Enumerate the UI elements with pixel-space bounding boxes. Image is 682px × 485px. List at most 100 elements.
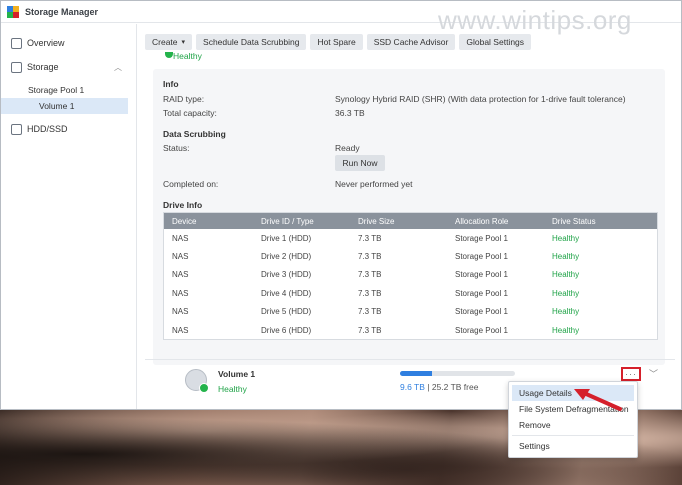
table-cell: Storage Pool 1 xyxy=(455,252,508,262)
scrub-status-value: Ready xyxy=(335,143,360,153)
table-cell: Drive 2 (HDD) xyxy=(261,252,312,262)
table-cell: Drive 5 (HDD) xyxy=(261,307,312,317)
overview-icon xyxy=(11,37,22,49)
table-cell: Storage Pool 1 xyxy=(455,288,508,298)
table-cell: NAS xyxy=(172,307,189,317)
usage-separator: | xyxy=(424,382,432,392)
chevron-down-icon: ▾ xyxy=(181,39,186,46)
menu-item-usage-details[interactable]: Usage Details xyxy=(512,385,634,401)
table-cell: Drive 6 (HDD) xyxy=(261,325,312,335)
hot-spare-button[interactable]: Hot Spare xyxy=(310,34,363,50)
info-heading: Info xyxy=(163,79,179,89)
volume-status: Healthy xyxy=(218,384,247,394)
drive-info-table: Device Drive ID / Type Drive Size Alloca… xyxy=(163,212,658,340)
table-row[interactable]: NAS Drive 3 (HDD) 7.3 TB Storage Pool 1 Heal… xyxy=(164,266,657,284)
storage-manager-app-icon xyxy=(7,5,19,18)
storage-manager-window: Storage Manager www.wintips.org Overview… xyxy=(0,0,682,410)
table-cell: NAS xyxy=(172,325,189,335)
column-header[interactable]: Device xyxy=(164,217,261,226)
sidebar-item-storage[interactable]: Storage ︿ xyxy=(1,58,136,76)
hdd-icon xyxy=(11,123,22,135)
table-cell: 7.3 TB xyxy=(358,288,382,298)
global-settings-button[interactable]: Global Settings xyxy=(459,34,532,50)
table-row[interactable]: NAS Drive 6 (HDD) 7.3 TB Storage Pool 1 Heal… xyxy=(164,321,657,339)
table-cell: NAS xyxy=(172,233,189,243)
table-body: NAS Drive 1 (HDD) 7.3 TB Storage Pool 1 Heal… xyxy=(164,229,657,339)
watermark: www.wintips.org xyxy=(438,5,632,35)
sidebar-item-volume[interactable]: Volume 1 xyxy=(1,98,128,114)
table-row[interactable]: NAS Drive 4 (HDD) 7.3 TB Storage Pool 1 Heal… xyxy=(164,284,657,302)
main-content: Healthy Info RAID type: Synology Hybrid … xyxy=(145,51,675,409)
table-cell: 7.3 TB xyxy=(358,270,382,280)
healthy-check-icon xyxy=(199,383,209,393)
sidebar-item-label: Storage xyxy=(27,62,59,72)
raid-type-label: RAID type: xyxy=(163,94,205,104)
table-cell: Healthy xyxy=(552,252,580,262)
table-cell: Storage Pool 1 xyxy=(455,233,508,243)
total-capacity-label: Total capacity: xyxy=(163,108,217,118)
sidebar-item-label: Storage Pool 1 xyxy=(28,85,85,95)
table-cell: 7.3 TB xyxy=(358,252,382,262)
pool-status: Healthy xyxy=(173,51,202,61)
menu-item-remove[interactable]: Remove xyxy=(512,417,634,433)
volume-usage-fill xyxy=(400,371,433,376)
column-header[interactable]: Drive Size xyxy=(358,217,455,226)
table-row[interactable]: NAS Drive 2 (HDD) 7.3 TB Storage Pool 1 Heal… xyxy=(164,247,657,265)
table-row[interactable]: NAS Drive 1 (HDD) 7.3 TB Storage Pool 1 Heal… xyxy=(164,229,657,247)
menu-item-file-system-defragmentation[interactable]: File System Defragmentation xyxy=(512,401,634,417)
schedule-data-scrubbing-button[interactable]: Schedule Data Scrubbing xyxy=(196,34,307,50)
sidebar-item-label: Overview xyxy=(27,38,65,48)
table-cell: Healthy xyxy=(552,288,580,298)
sidebar-item-label: HDD/SSD xyxy=(27,124,68,134)
menu-item-settings[interactable]: Settings xyxy=(512,438,634,454)
toolbar: Create ▾ Schedule Data Scrubbing Hot Spa… xyxy=(145,34,532,50)
chevron-up-icon[interactable]: ︿ xyxy=(114,62,122,73)
table-cell: Storage Pool 1 xyxy=(455,307,508,317)
scrub-status-label: Status: xyxy=(163,143,190,153)
drive-info-heading: Drive Info xyxy=(163,200,203,210)
create-label: Create xyxy=(152,37,178,47)
table-cell: Healthy xyxy=(552,233,580,243)
table-cell: NAS xyxy=(172,288,189,298)
total-capacity-value: 36.3 TB xyxy=(335,108,365,118)
ssd-cache-advisor-button[interactable]: SSD Cache Advisor xyxy=(366,34,456,50)
column-header[interactable]: Drive Status xyxy=(552,217,649,226)
table-cell: Healthy xyxy=(552,307,580,317)
volume-usage-text: 9.6 TB | 25.2 TB free xyxy=(400,382,478,392)
healthy-check-icon xyxy=(165,52,173,58)
volume-context-menu: Usage Details File System Defragmentatio… xyxy=(508,381,638,458)
storage-icon xyxy=(11,61,22,73)
table-row[interactable]: NAS Drive 5 (HDD) 7.3 TB Storage Pool 1 Heal… xyxy=(164,303,657,321)
column-header[interactable]: Allocation Role xyxy=(455,217,552,226)
volume-usage-bar xyxy=(400,371,515,376)
completed-on-value: Never performed yet xyxy=(335,179,413,189)
table-cell: NAS xyxy=(172,252,189,262)
table-cell: NAS xyxy=(172,270,189,280)
chevron-down-icon[interactable]: ﹀ xyxy=(649,367,658,380)
table-cell: Healthy xyxy=(552,270,580,280)
sidebar: Overview Storage ︿ Storage Pool 1 Volume… xyxy=(1,24,137,409)
sidebar-item-storage-pool[interactable]: Storage Pool 1 xyxy=(1,82,136,98)
create-button[interactable]: Create ▾ xyxy=(145,34,193,50)
table-header: Device Drive ID / Type Drive Size Alloca… xyxy=(164,213,657,229)
more-options-button[interactable]: ··· xyxy=(621,367,641,381)
sidebar-item-hdd-ssd[interactable]: HDD/SSD xyxy=(1,120,136,138)
data-scrubbing-heading: Data Scrubbing xyxy=(163,129,226,139)
more-icon: ··· xyxy=(625,369,637,379)
sidebar-item-overview[interactable]: Overview xyxy=(1,34,136,52)
table-cell: 7.3 TB xyxy=(358,325,382,335)
sidebar-item-label: Volume 1 xyxy=(39,101,75,111)
raid-type-value: Synology Hybrid RAID (SHR) (With data pr… xyxy=(335,94,626,104)
run-now-button[interactable]: Run Now xyxy=(335,155,385,171)
table-cell: Drive 1 (HDD) xyxy=(261,233,312,243)
pool-details-panel: Info RAID type: Synology Hybrid RAID (SH… xyxy=(153,69,665,365)
volume-name: Volume 1 xyxy=(218,369,256,379)
table-cell: Drive 4 (HDD) xyxy=(261,288,312,298)
column-header[interactable]: Drive ID / Type xyxy=(261,217,358,226)
volume-free: 25.2 TB free xyxy=(431,382,479,392)
table-cell: Storage Pool 1 xyxy=(455,325,508,335)
table-cell: 7.3 TB xyxy=(358,307,382,317)
volume-used: 9.6 TB xyxy=(400,382,425,392)
menu-divider xyxy=(512,435,634,436)
completed-on-label: Completed on: xyxy=(163,179,219,189)
